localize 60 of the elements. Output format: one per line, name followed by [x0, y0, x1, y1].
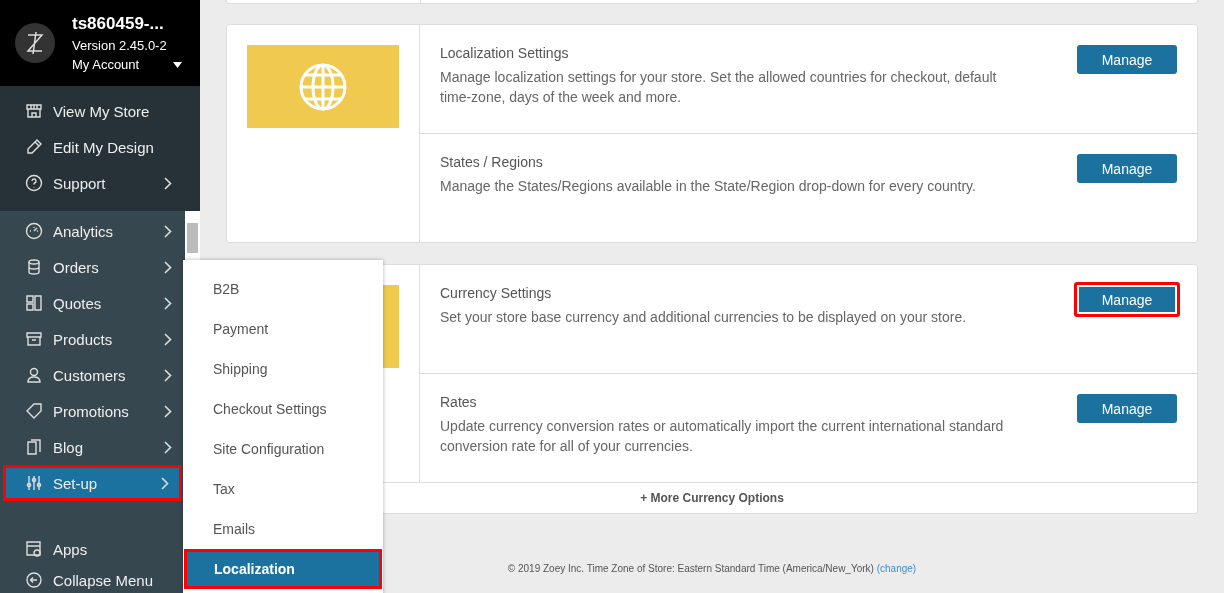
manage-button[interactable]: Manage	[1077, 45, 1177, 74]
footer-text: © 2019 Zoey Inc. Time Zone of Store: Eastern Standard Time (America/New_York) (change)	[507, 563, 917, 574]
manage-button[interactable]: Manage	[1077, 394, 1177, 423]
manage-button[interactable]: Manage	[1074, 282, 1180, 317]
chevron-icon	[164, 404, 172, 418]
sidebar-item[interactable]: Edit My Design	[0, 129, 200, 166]
pencil-icon	[25, 138, 43, 157]
sidebar-item[interactable]: Orders	[0, 249, 185, 285]
sidebar-item[interactable]: Analytics	[0, 213, 185, 249]
sidebar-item[interactable]: Blog	[0, 429, 185, 465]
submenu-item[interactable]: Localization	[184, 549, 382, 589]
database-icon	[25, 258, 43, 276]
store-name: ts860459-...	[72, 14, 165, 35]
logo-icon	[15, 23, 55, 64]
sidebar-item[interactable]: Collapse Menu	[0, 567, 185, 593]
store-icon	[25, 102, 43, 121]
sidebar-item[interactable]: Customers	[0, 357, 185, 393]
submenu-item[interactable]: Shipping	[183, 349, 383, 389]
chevron-icon	[164, 440, 172, 454]
version-label: Version 2.45.0-2	[72, 38, 168, 54]
setting-title: States / Regions	[440, 154, 544, 170]
dropdown-icon	[173, 61, 183, 68]
user-icon	[25, 366, 43, 384]
chevron-icon	[164, 224, 172, 238]
setting-title: Currency Settings	[440, 285, 553, 301]
chevron-icon	[164, 176, 172, 190]
sidebar-item[interactable]: Apps	[0, 531, 185, 567]
gauge-icon	[25, 222, 43, 240]
archive-icon	[25, 330, 43, 348]
submenu-item[interactable]: B2B	[183, 269, 383, 309]
setting-description: Manage the States/Regions available in the State/Region drop-down for every country.	[440, 177, 977, 196]
sliders-icon	[25, 474, 43, 492]
grid-icon	[25, 294, 43, 312]
setting-title: Localization Settings	[440, 45, 570, 61]
setting-description: Update currency conversion rates or automatically import the current international standard conversion rate for all of your currencies.	[440, 417, 1005, 456]
manage-button[interactable]: Manage	[1077, 154, 1177, 183]
chevron-icon	[164, 296, 172, 310]
setting-title: Rates	[440, 394, 478, 410]
chevron-icon	[164, 368, 172, 382]
sidebar-item[interactable]: Set-up	[3, 465, 182, 501]
help-icon	[25, 174, 43, 193]
sidebar-item[interactable]: Support	[0, 165, 200, 202]
setting-description: Manage localization settings for your store. Set the allowed countries for checkout, default time-zone, days of the week and more.	[440, 68, 998, 107]
back-icon	[25, 571, 43, 589]
sidebar-item[interactable]: Quotes	[0, 285, 185, 321]
chevron-icon	[161, 476, 169, 490]
globe-icon	[298, 61, 348, 112]
chevron-icon	[164, 260, 172, 274]
sidebar-item[interactable]: View My Store	[0, 93, 200, 130]
setting-description: Set your store base currency and additional currencies to be displayed on your store.	[440, 308, 968, 327]
submenu-item[interactable]: Checkout Settings	[183, 389, 383, 429]
sidebar-item[interactable]: Products	[0, 321, 185, 357]
tag-icon	[25, 402, 43, 420]
apps-icon	[25, 540, 43, 558]
submenu-item[interactable]: Site Configuration	[183, 429, 383, 469]
my-account-menu[interactable]: My Account	[72, 57, 183, 73]
chevron-icon	[164, 332, 172, 346]
pages-icon	[25, 438, 43, 456]
submenu-item[interactable]: Payment	[183, 309, 383, 349]
sidebar-item[interactable]: Promotions	[0, 393, 185, 429]
